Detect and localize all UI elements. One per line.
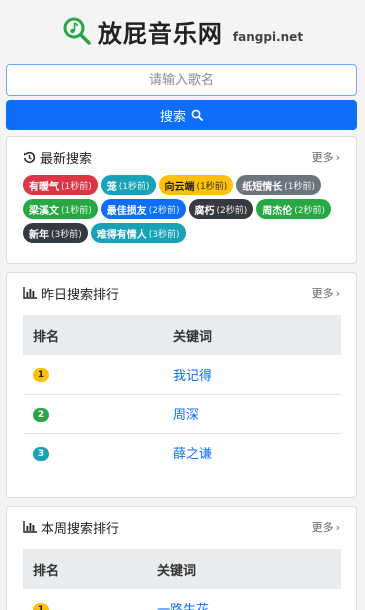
recent-search-tag[interactable]: 向云端 (1秒前): [158, 175, 234, 195]
tag-time: (3秒前): [51, 229, 82, 240]
keyword-cell: 周深: [163, 394, 341, 434]
recent-search-tag[interactable]: 梁溪文 (1秒前): [23, 199, 98, 219]
search-button[interactable]: 搜索: [6, 100, 357, 130]
rank-cell: 3: [23, 433, 163, 472]
keyword-column-header: 关键词: [147, 549, 341, 589]
tag-time: (1秒前): [61, 205, 92, 216]
week-more-label: 更多: [311, 521, 334, 534]
keyword-cell: 我记得: [163, 355, 341, 395]
tag-time: (2秒前): [216, 205, 248, 216]
keyword-link[interactable]: 周深: [173, 408, 199, 423]
tag-name: 纸短情长: [242, 181, 283, 193]
tag-name: 周杰伦: [262, 205, 293, 217]
keyword-link[interactable]: 我记得: [173, 369, 212, 384]
recent-more-link[interactable]: 更多 ›: [312, 149, 340, 165]
search-icon: [191, 109, 203, 121]
yesterday-more-link[interactable]: 更多 ›: [312, 285, 340, 301]
recent-searches-card: 最新搜索 更多 › 有暖气 (1秒前) 笼 (1秒前) 向云端 (1秒前) 纸短情长 (1秒前…: [6, 136, 357, 264]
tag-name: 笼: [106, 181, 117, 193]
site-header: 放屁音乐网 fangpi.net: [0, 0, 365, 58]
keyword-column-header: 关键词: [163, 315, 341, 355]
tag-time: (1秒前): [61, 181, 92, 192]
tag-name: 最佳损友: [106, 205, 147, 217]
music-search-logo-icon[interactable]: [62, 16, 92, 46]
tag-time: (3秒前): [148, 229, 180, 240]
tag-time: (1秒前): [284, 181, 315, 192]
keyword-cell: 薛之谦: [163, 433, 341, 472]
tag-name: 有暖气: [29, 181, 59, 193]
recent-search-tag[interactable]: 笼 (1秒前): [100, 175, 156, 195]
tag-time: (2秒前): [294, 205, 325, 216]
tag-name: 向云端: [164, 181, 195, 193]
recent-search-tag[interactable]: 纸短情长 (1秒前): [236, 175, 321, 195]
site-domain: fangpi.net: [232, 30, 304, 44]
rank-badge: 1: [33, 602, 49, 610]
tag-time: (2秒前): [148, 205, 180, 216]
chevron-right-icon: ›: [335, 150, 340, 164]
table-row: 1 我记得: [23, 355, 341, 395]
rank-cell: 1: [23, 355, 163, 395]
rank-badge: 2: [33, 407, 49, 422]
week-ranking-title: 本周搜索排行: [23, 518, 119, 537]
tag-name: 梁溪文: [29, 205, 59, 217]
yesterday-ranking-card: 昨日搜索排行 更多 › 排名 关键词 1 我记得 2 周深 3 薛之谦: [6, 272, 357, 498]
week-ranking-card: 本周搜索排行 更多 › 排名 关键词 1 一路生花: [6, 506, 357, 610]
tag-name: 难得有情人: [96, 229, 147, 241]
recent-search-tag[interactable]: 有暖气 (1秒前): [23, 175, 98, 195]
recent-search-tag[interactable]: 腐朽 (2秒前): [188, 199, 254, 219]
tag-time: (1秒前): [196, 181, 228, 192]
search-button-label: 搜索: [159, 109, 186, 125]
recent-tags: 有暖气 (1秒前) 笼 (1秒前) 向云端 (1秒前) 纸短情长 (1秒前) 梁溪文 (1秒前) 最…: [7, 175, 356, 243]
table-row: 1 一路生花: [23, 589, 341, 610]
chevron-right-icon: ›: [335, 286, 340, 300]
week-more-link[interactable]: 更多 ›: [312, 519, 340, 535]
table-row: 2 周深: [23, 394, 341, 434]
song-search-input[interactable]: [6, 64, 357, 96]
rank-column-header: 排名: [23, 315, 163, 355]
rank-badge: 3: [33, 446, 49, 461]
rank-badge: 1: [33, 368, 49, 383]
yesterday-ranking-title: 昨日搜索排行: [23, 284, 119, 303]
table-row: 3 薛之谦: [23, 433, 341, 472]
recent-search-tag[interactable]: 难得有情人 (3秒前): [90, 223, 186, 243]
keyword-link[interactable]: 一路生花: [157, 603, 209, 610]
tag-name: 新年: [29, 229, 49, 241]
site-name[interactable]: 放屁音乐网: [98, 14, 223, 49]
yesterday-more-label: 更多: [311, 287, 334, 300]
recent-more-label: 更多: [311, 151, 334, 164]
recent-search-tag[interactable]: 周杰伦 (2秒前): [256, 199, 331, 219]
tag-time: (1秒前): [118, 181, 150, 192]
recent-searches-title-text: 最新搜索: [40, 151, 93, 167]
recent-search-tag[interactable]: 最佳损友 (2秒前): [100, 199, 186, 219]
rank-cell: 1: [23, 589, 147, 610]
recent-searches-title: 最新搜索: [23, 148, 92, 167]
chevron-right-icon: ›: [335, 520, 340, 534]
yesterday-ranking-table: 排名 关键词 1 我记得 2 周深 3 薛之谦: [23, 315, 341, 472]
week-ranking-table: 排名 关键词 1 一路生花: [23, 549, 341, 610]
keyword-link[interactable]: 薛之谦: [173, 447, 212, 462]
bar-chart-icon: [23, 287, 37, 299]
recent-search-tag[interactable]: 新年 (3秒前): [23, 223, 88, 243]
yesterday-ranking-title-text: 昨日搜索排行: [41, 287, 120, 303]
week-ranking-title-text: 本周搜索排行: [41, 521, 120, 537]
keyword-cell: 一路生花: [147, 589, 341, 610]
rank-cell: 2: [23, 394, 163, 434]
history-icon: [24, 151, 36, 163]
bar-chart-icon: [23, 521, 37, 533]
tag-name: 腐朽: [194, 205, 215, 217]
rank-column-header: 排名: [23, 549, 147, 589]
